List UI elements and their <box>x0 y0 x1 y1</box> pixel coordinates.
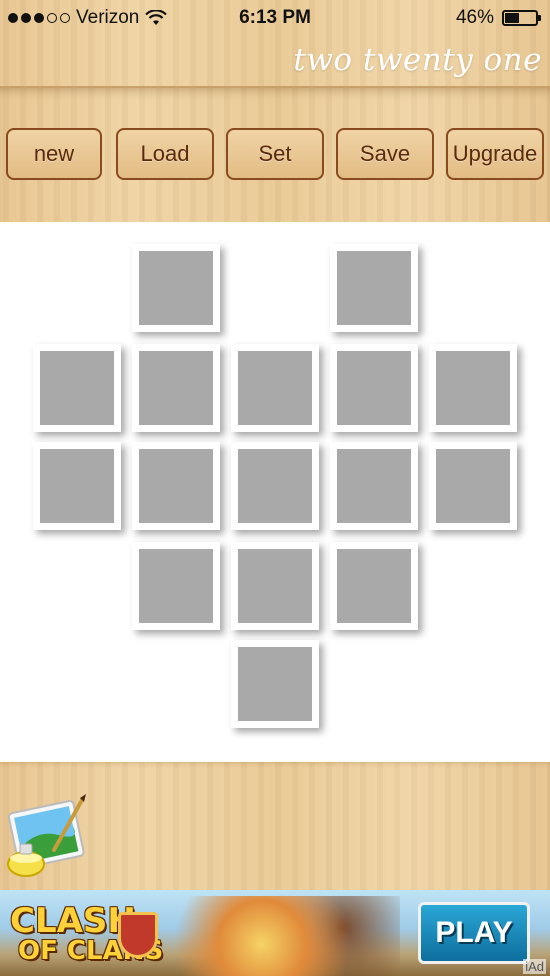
battery-percent: 46% <box>455 7 494 28</box>
set-button[interactable]: Set <box>226 128 324 180</box>
photo-slot[interactable] <box>33 442 121 530</box>
status-right: 46% <box>455 7 541 29</box>
toolbar: new Load Set Save Upgrade <box>0 88 550 222</box>
photo-slot[interactable] <box>429 442 517 530</box>
photo-slot[interactable] <box>330 442 418 530</box>
bottom-panel <box>0 762 550 890</box>
photo-slot[interactable] <box>132 442 220 530</box>
paint-palette-icon[interactable] <box>4 792 94 884</box>
collage-canvas <box>0 222 550 762</box>
ad-play-button[interactable]: PLAY <box>418 902 530 964</box>
photo-slot[interactable] <box>231 442 319 530</box>
load-button[interactable]: Load <box>116 128 214 180</box>
photo-slot[interactable] <box>33 344 121 432</box>
photo-slot[interactable] <box>231 640 319 728</box>
photo-slot[interactable] <box>429 344 517 432</box>
photo-slot[interactable] <box>330 344 418 432</box>
photo-slot[interactable] <box>132 344 220 432</box>
upgrade-button[interactable]: Upgrade <box>446 128 544 180</box>
ad-artwork <box>170 896 400 976</box>
save-button[interactable]: Save <box>336 128 434 180</box>
iad-tag: iAd <box>523 959 546 974</box>
new-button[interactable]: new <box>6 128 102 180</box>
battery-icon <box>502 10 541 26</box>
photo-slot[interactable] <box>330 542 418 630</box>
photo-slot[interactable] <box>231 344 319 432</box>
ad-shield-icon <box>118 912 158 958</box>
photo-slot[interactable] <box>132 244 220 332</box>
status-bar: Verizon 6:13 PM 46% <box>0 0 550 36</box>
photo-slot[interactable] <box>132 542 220 630</box>
photo-slot[interactable] <box>231 542 319 630</box>
ad-banner[interactable]: CLASH OF CLANS PLAY iAd <box>0 890 550 976</box>
brand-logo: two twenty one <box>293 42 542 78</box>
photo-slot[interactable] <box>330 244 418 332</box>
